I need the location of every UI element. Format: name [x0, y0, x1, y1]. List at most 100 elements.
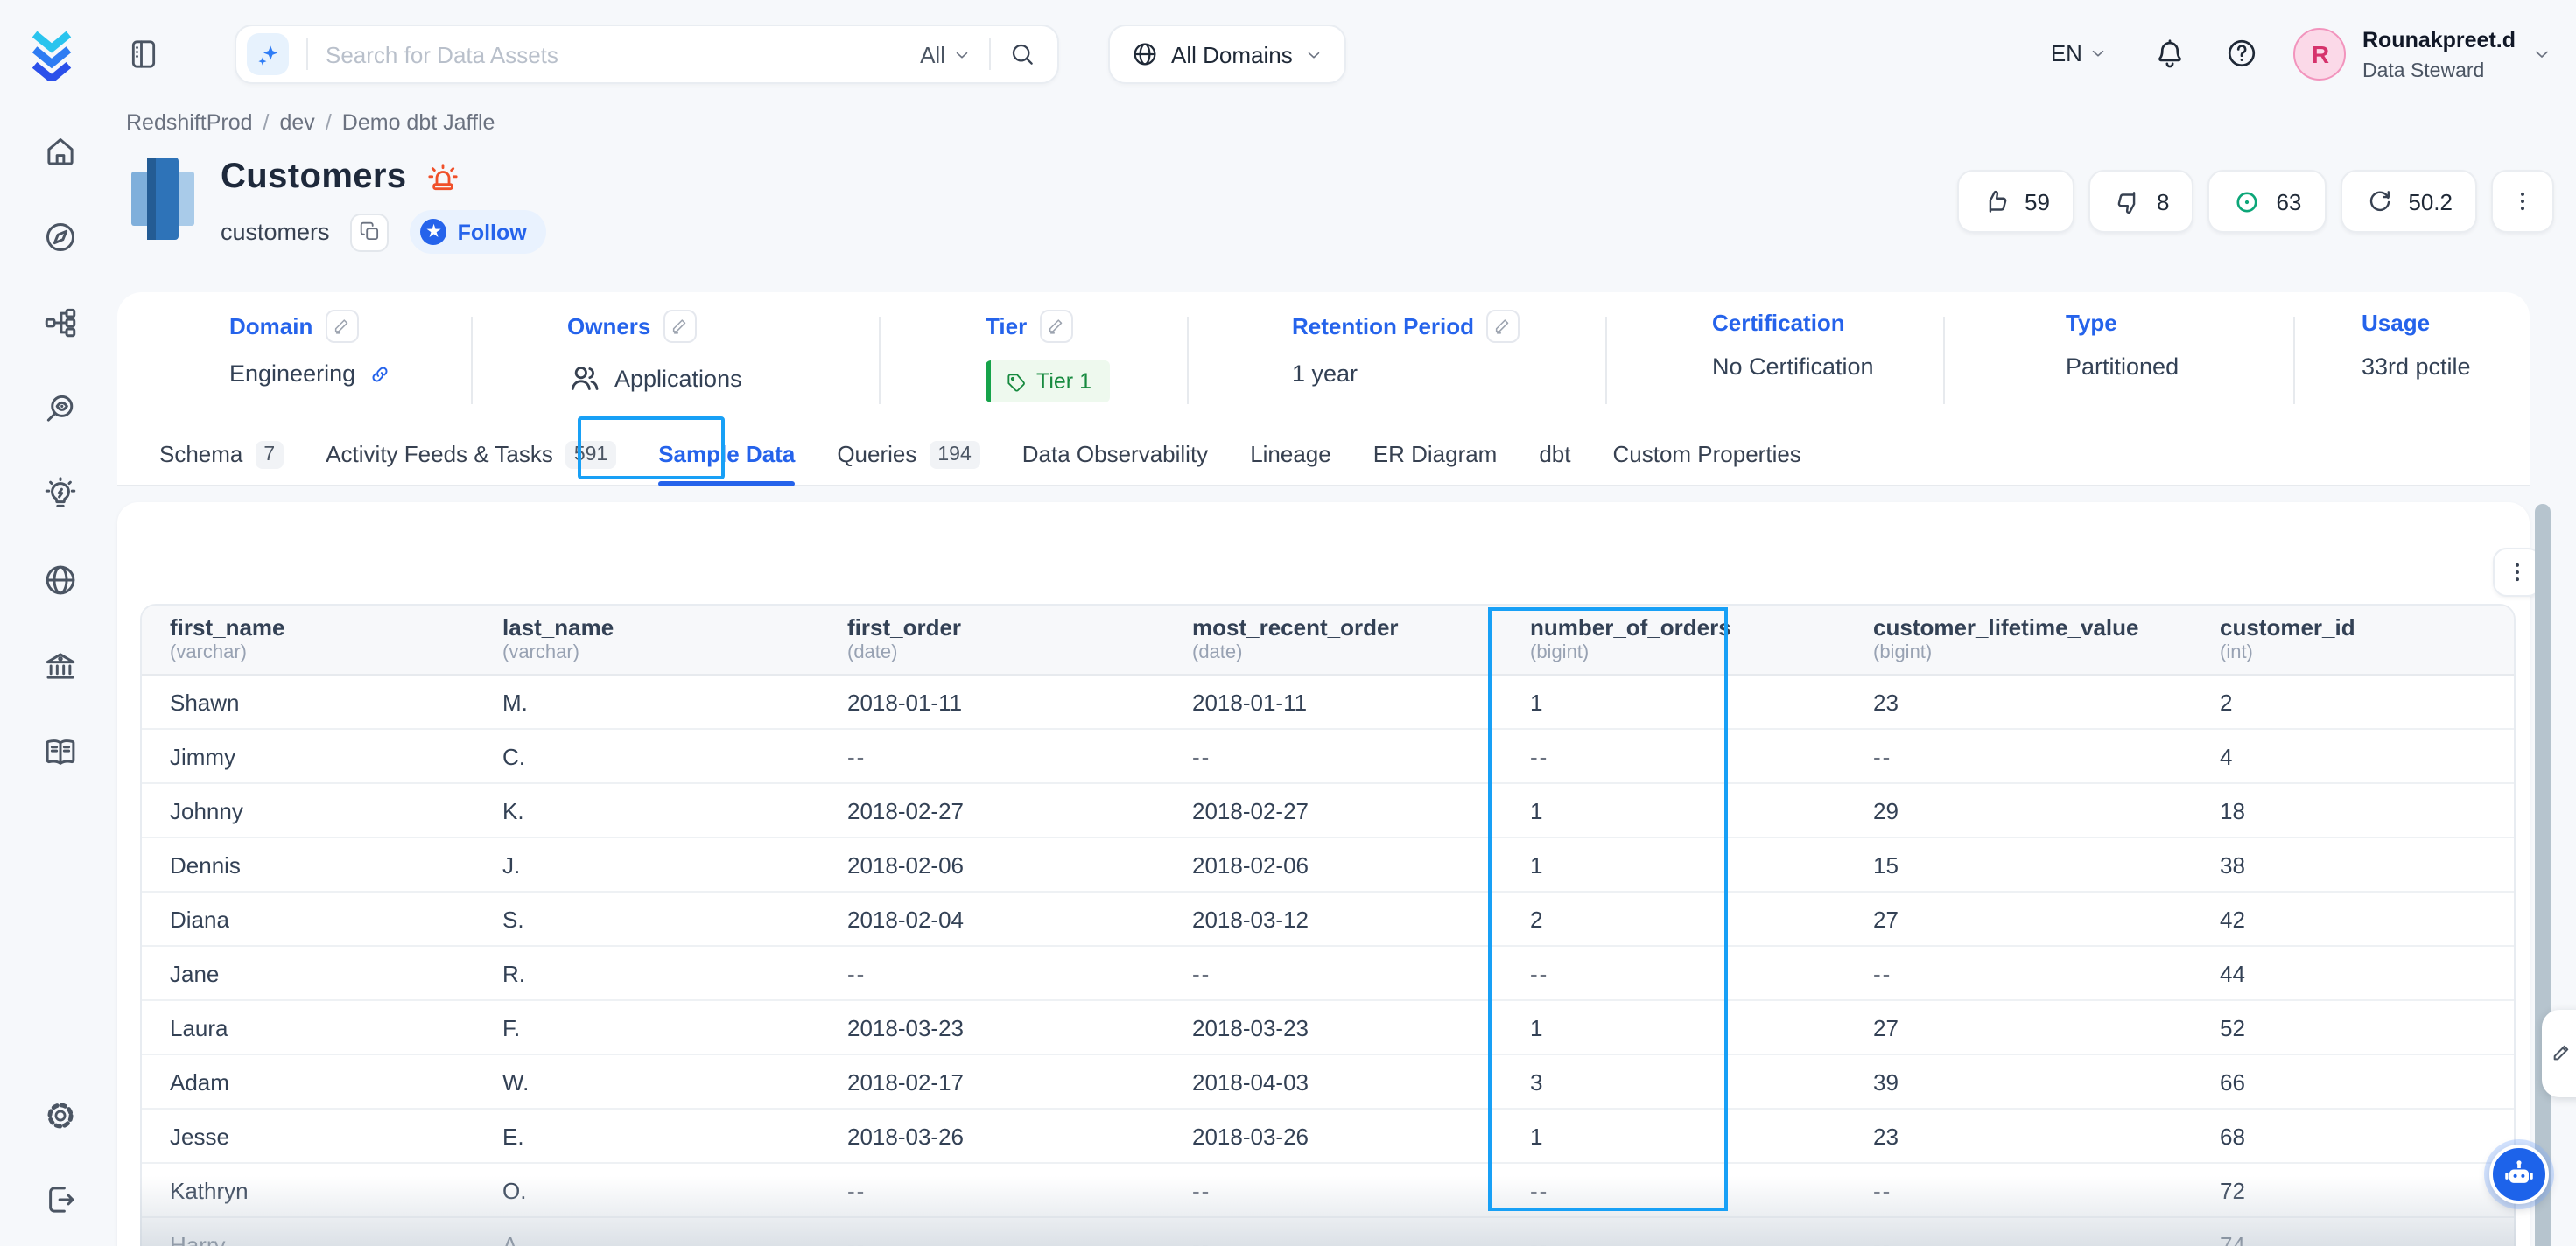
all-domains-button[interactable]: All Domains	[1108, 24, 1347, 84]
meta-field-usage: Usage33rd pctile	[2362, 310, 2471, 380]
table-row[interactable]: JesseE.2018-03-262018-03-2612368	[142, 1110, 2514, 1164]
column-header-customer-id[interactable]: customer_id(int)	[2192, 606, 2516, 674]
score-button[interactable]: 63	[2207, 170, 2326, 233]
table-row[interactable]: KathrynO.--------72	[142, 1164, 2514, 1218]
column-header-customer-lifetime-value[interactable]: customer_lifetime_value(bigint)	[1845, 606, 2192, 674]
table-cell: --	[1164, 960, 1502, 986]
sidebar-item-governance[interactable]	[41, 648, 78, 684]
table-cell: 2018-02-06	[819, 851, 1164, 878]
search-scope-dropdown[interactable]: All	[920, 41, 972, 67]
asset-options-button[interactable]	[2491, 170, 2554, 233]
table-cell: 2018-03-26	[1164, 1123, 1502, 1149]
table-cell: 2018-02-17	[819, 1068, 1164, 1095]
table-cell: 2018-03-26	[819, 1123, 1164, 1149]
tab-schema[interactable]: Schema7	[159, 423, 284, 486]
freshness-button[interactable]: 50.2	[2340, 170, 2477, 233]
chatbot-button[interactable]	[2489, 1144, 2549, 1204]
table-cell: M.	[474, 689, 819, 715]
help-icon[interactable]	[2226, 38, 2259, 71]
column-header-first-order[interactable]: first_order(date)	[819, 606, 1164, 674]
column-header-number-of-orders[interactable]: number_of_orders(bigint)	[1502, 606, 1845, 674]
table-cell: Johnny	[142, 797, 474, 823]
table-cell: --	[1845, 1177, 2192, 1203]
sidebar-item-home[interactable]	[41, 133, 78, 170]
breadcrumb-item[interactable]: RedshiftProd	[126, 110, 253, 135]
app-window: Search for Data Assets All All Domains E…	[0, 0, 2576, 1246]
table-cell: 38	[2192, 851, 2516, 878]
table-row[interactable]: JaneR.--------44	[142, 947, 2514, 1001]
sidebar-item-glossary[interactable]	[41, 733, 78, 770]
sidebar-item-observe[interactable]	[41, 390, 78, 427]
tab-dbt[interactable]: dbt	[1539, 423, 1570, 486]
table-cell: --	[1502, 1231, 1845, 1246]
sidebar-item-discover[interactable]	[41, 219, 78, 256]
divider	[1943, 317, 1945, 404]
breadcrumb-item[interactable]: dev	[280, 110, 315, 135]
search-input[interactable]: Search for Data Assets All	[235, 24, 1059, 84]
edit-retention-period-button[interactable]	[1486, 310, 1520, 343]
upvote-button[interactable]: 59	[1956, 170, 2074, 233]
meta-value: 1 year	[1292, 360, 1358, 387]
meta-value[interactable]: Engineering	[229, 360, 355, 387]
user-menu-chevron-icon[interactable]	[2531, 44, 2552, 65]
table-cell: --	[1502, 743, 1845, 769]
table-row[interactable]: DennisJ.2018-02-062018-02-0611538	[142, 838, 2514, 892]
edit-tier-button[interactable]	[1039, 310, 1072, 343]
table-cell: 74	[2192, 1231, 2516, 1246]
tab-count-badge: 7	[255, 440, 284, 468]
ai-assist-icon[interactable]	[247, 33, 289, 75]
column-header-most-recent-order[interactable]: most_recent_order(date)	[1164, 606, 1502, 674]
search-icon[interactable]	[1008, 40, 1036, 68]
notifications-bell-icon[interactable]	[2154, 38, 2187, 71]
tab-queries[interactable]: Queries194	[837, 423, 979, 486]
sidebar-item-insights[interactable]	[41, 476, 78, 513]
table-row[interactable]: JimmyC.--------4	[142, 730, 2514, 784]
table-row[interactable]: HarryA.--------74	[142, 1218, 2514, 1246]
edge-annotation-button[interactable]	[2542, 1010, 2576, 1097]
column-header-last-name[interactable]: last_name(varchar)	[474, 606, 819, 674]
table-cell: W.	[474, 1068, 819, 1095]
sidebar-toggle-icon[interactable]	[126, 37, 161, 72]
table-row[interactable]: DianaS.2018-02-042018-03-1222742	[142, 892, 2514, 947]
stat-value: 63	[2276, 188, 2301, 214]
follow-button[interactable]: ★ Follow	[411, 210, 546, 254]
table-row[interactable]: JohnnyK.2018-02-272018-02-2712918	[142, 784, 2514, 838]
tab-sample-data[interactable]: Sample Data	[658, 423, 795, 486]
sidebar-item-lineage[interactable]	[41, 304, 78, 341]
downvote-button[interactable]: 8	[2088, 170, 2193, 233]
table-cell: Jimmy	[142, 743, 474, 769]
sidebar-item-web[interactable]	[41, 562, 78, 598]
breadcrumb-item[interactable]: Demo dbt Jaffle	[342, 110, 495, 135]
language-dropdown[interactable]: EN	[2051, 41, 2109, 67]
sidebar-item-logout[interactable]	[41, 1181, 78, 1218]
table-cell: Diana	[142, 906, 474, 932]
edit-owners-button[interactable]	[663, 310, 696, 343]
user-avatar[interactable]: R	[2294, 28, 2347, 80]
tab-er-diagram[interactable]: ER Diagram	[1373, 423, 1498, 486]
table-row[interactable]: AdamW.2018-02-172018-04-0333966	[142, 1055, 2514, 1110]
tab-activity-feeds-tasks[interactable]: Activity Feeds & Tasks591	[326, 423, 616, 486]
vertical-scrollbar[interactable]	[2535, 504, 2551, 1246]
sidebar-item-settings[interactable]	[41, 1097, 78, 1134]
edit-domain-button[interactable]	[325, 310, 358, 343]
user-info[interactable]: Rounakpreet.d Data Steward	[2362, 24, 2516, 83]
divider	[471, 317, 473, 404]
tier-badge[interactable]: Tier 1	[986, 360, 1109, 402]
copy-button[interactable]	[351, 213, 390, 251]
tab-lineage[interactable]: Lineage	[1250, 423, 1331, 486]
tab-custom-properties[interactable]: Custom Properties	[1613, 423, 1801, 486]
table-cell: 2018-03-23	[819, 1014, 1164, 1040]
alert-siren-icon[interactable]	[426, 160, 461, 195]
table-cell: 2018-03-23	[1164, 1014, 1502, 1040]
column-header-first-name[interactable]: first_name(varchar)	[142, 606, 474, 674]
tab-data-observability[interactable]: Data Observability	[1022, 423, 1208, 486]
settings-icon	[41, 1097, 78, 1134]
glossary-icon	[41, 733, 78, 770]
robot-icon	[2500, 1155, 2538, 1194]
table-cell: E.	[474, 1123, 819, 1149]
copy-icon	[359, 220, 382, 243]
group-icon	[567, 360, 602, 396]
table-row[interactable]: LauraF.2018-03-232018-03-2312752	[142, 1001, 2514, 1055]
table-row[interactable]: ShawnM.2018-01-112018-01-111232	[142, 676, 2514, 730]
atlan-logo-icon[interactable]	[26, 28, 77, 80]
